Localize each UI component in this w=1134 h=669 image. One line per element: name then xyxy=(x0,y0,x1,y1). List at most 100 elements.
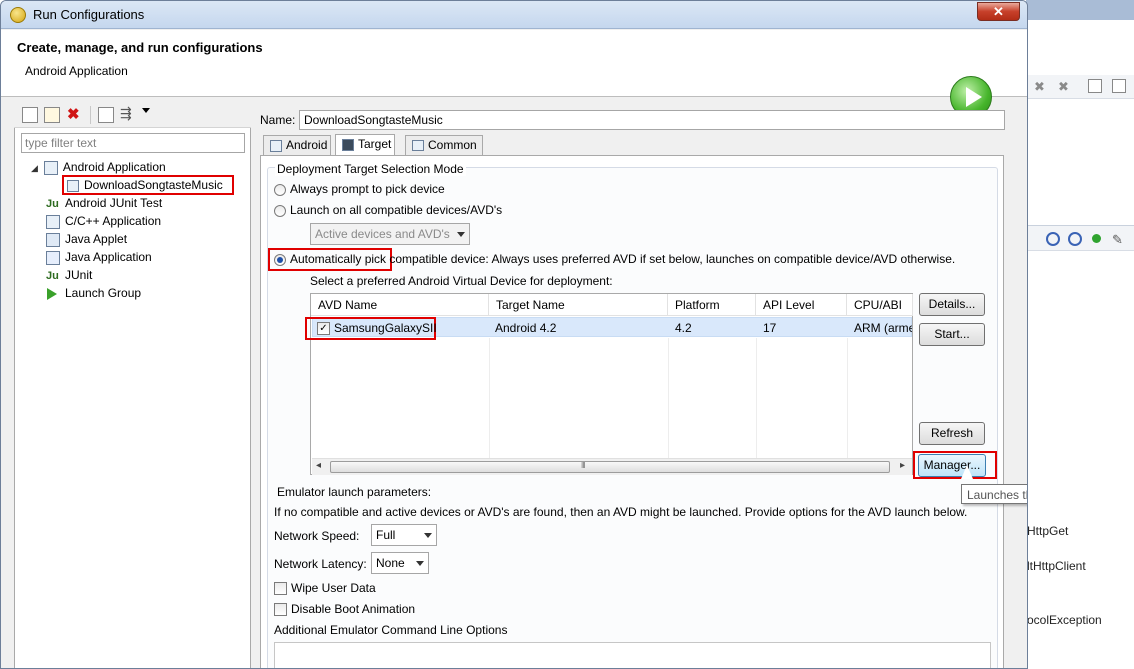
expand-icon[interactable]: ◢ xyxy=(31,163,38,173)
scroll-right-icon[interactable]: ▸ xyxy=(900,460,905,471)
tree-item-downloadsongtastemusic[interactable]: DownloadSongtasteMusic xyxy=(62,175,234,195)
title-bar: Run Configurations ✕ xyxy=(1,1,1027,29)
delete-icon[interactable]: ✖ xyxy=(1034,79,1048,94)
additional-options-field[interactable] xyxy=(274,642,991,668)
duplicate-icon[interactable] xyxy=(44,107,60,123)
android-app-icon xyxy=(43,160,58,175)
tree-item-label: C/C++ Application xyxy=(65,214,162,228)
cell-avd-name[interactable]: ✓ SamsungGalaxySII xyxy=(317,321,437,336)
network-speed-select[interactable]: Full xyxy=(371,524,437,546)
horizontal-scrollbar[interactable]: ◂ III ▸ xyxy=(312,458,912,475)
dropdown-icon[interactable] xyxy=(142,108,150,113)
avd-checkbox[interactable]: ✓ xyxy=(317,322,330,336)
tree-item-java-application[interactable]: Java Application xyxy=(46,248,152,266)
new-icon[interactable] xyxy=(1088,79,1102,93)
export-icon[interactable] xyxy=(1112,79,1126,93)
network-speed-label: Network Speed: xyxy=(274,529,360,543)
tools-icon[interactable]: ✎ xyxy=(1112,232,1126,247)
background-toolbar-2: ✎ xyxy=(1026,225,1134,251)
status-icon[interactable] xyxy=(1092,234,1101,243)
column-header-platform[interactable]: Platform xyxy=(668,294,756,316)
disable-boot-animation-checkbox[interactable]: Disable Boot Animation xyxy=(274,602,415,617)
filter-input[interactable]: type filter text xyxy=(21,133,245,153)
tree-item-launch-group[interactable]: Launch Group xyxy=(46,284,141,302)
tree-item-c-cpp-application[interactable]: C/C++ Application xyxy=(46,212,161,230)
column-header-target-name[interactable]: Target Name xyxy=(489,294,668,316)
bg-code-line: ocolException xyxy=(1027,613,1102,627)
tree-item-java-applet[interactable]: Java Applet xyxy=(46,230,127,248)
column-header-cpu-abi[interactable]: CPU/ABI xyxy=(847,294,913,316)
tree-item-android-application[interactable]: ◢ Android Application xyxy=(31,158,166,176)
column-divider xyxy=(756,338,757,458)
radio-launch-all[interactable]: Launch on all compatible devices/AVD's xyxy=(274,203,502,217)
chevron-down-icon xyxy=(416,561,424,566)
background-toolbar: ✖ ✖ xyxy=(1026,75,1134,99)
start-button[interactable]: Start... xyxy=(919,323,985,346)
select-value: None xyxy=(376,556,405,570)
column-header-avd-name[interactable]: AVD Name xyxy=(311,294,489,316)
delete-icon[interactable]: ✖ xyxy=(67,105,80,123)
left-toolbar: ✖ ⇶ xyxy=(14,102,251,128)
active-devices-select[interactable]: Active devices and AVD's xyxy=(310,223,470,245)
tab-target[interactable]: Target xyxy=(335,134,395,156)
scroll-left-icon[interactable]: ◂ xyxy=(316,460,321,471)
tree-item-label: Android JUnit Test xyxy=(65,196,163,210)
tab-label: Target xyxy=(358,137,392,151)
radio-label: Launch on all compatible devices/AVD's xyxy=(290,203,503,217)
tab-label: Android xyxy=(286,138,328,152)
remove-icon[interactable] xyxy=(1046,232,1060,246)
bg-code-line: HttpGet xyxy=(1027,524,1069,538)
cell-platform: 4.2 xyxy=(675,321,692,335)
radio-always-prompt[interactable]: Always prompt to pick device xyxy=(274,182,445,196)
select-value: Full xyxy=(376,528,396,542)
grip-icon: III xyxy=(581,461,586,470)
select-value: Active devices and AVD's xyxy=(315,227,450,241)
radio-button[interactable] xyxy=(274,253,286,266)
tab-android[interactable]: Android xyxy=(263,135,331,156)
name-field[interactable]: DownloadSongtasteMusic xyxy=(299,110,1005,130)
header-subtitle: Android Application xyxy=(25,64,128,78)
manager-button[interactable]: Manager... xyxy=(918,454,986,477)
details-button[interactable]: Details... xyxy=(919,293,985,316)
avd-prompt-label: Select a preferred Android Virtual Devic… xyxy=(310,274,613,288)
column-header-api-level[interactable]: API Level xyxy=(756,294,847,316)
cell-target-name: Android 4.2 xyxy=(495,321,557,335)
mouse-cursor-icon xyxy=(961,465,973,479)
tree-item-label: Java Applet xyxy=(65,232,128,246)
refresh-button[interactable]: Refresh xyxy=(919,422,985,445)
scroll-thumb[interactable]: III xyxy=(330,461,890,473)
filter-icon[interactable]: ⇶ xyxy=(120,105,132,122)
radio-automatically-pick[interactable]: Automatically pick compatible device: Al… xyxy=(274,252,955,266)
delete-all-icon[interactable]: ✖ xyxy=(1058,79,1072,94)
checkbox[interactable] xyxy=(274,603,287,617)
name-label: Name: xyxy=(260,113,296,127)
android-config-icon xyxy=(67,179,79,192)
tab-common[interactable]: Common xyxy=(405,135,483,156)
window-title: Run Configurations xyxy=(33,7,145,22)
checkbox-label: Wipe User Data xyxy=(291,581,376,595)
junit-icon: Ju xyxy=(46,198,59,210)
launch-group-icon xyxy=(47,287,57,300)
checkbox[interactable] xyxy=(274,582,287,596)
collapse-icon[interactable] xyxy=(98,107,114,123)
tab-label: Common xyxy=(428,138,477,152)
tree-item-junit[interactable]: Ju JUnit xyxy=(46,266,92,284)
radio-label: Automatically pick xyxy=(290,252,387,266)
radio-button[interactable] xyxy=(274,204,286,217)
new-config-icon[interactable] xyxy=(22,107,38,123)
skip-icon[interactable] xyxy=(1068,232,1082,246)
cell-cpu-abi: ARM (armeabi-v7a) xyxy=(854,321,912,335)
tooltip: Launches the AVD manager. xyxy=(961,484,1027,504)
chevron-down-icon xyxy=(457,232,465,237)
target-tab-icon xyxy=(342,138,354,151)
network-latency-select[interactable]: None xyxy=(371,552,429,574)
close-button[interactable]: ✕ xyxy=(977,2,1020,21)
column-divider xyxy=(668,338,669,458)
radio-button[interactable] xyxy=(274,183,286,196)
junit-icon: Ju xyxy=(46,270,59,282)
tree-item-label: Java Application xyxy=(65,250,152,264)
column-divider xyxy=(847,338,848,458)
wipe-user-data-checkbox[interactable]: Wipe User Data xyxy=(274,581,376,596)
column-divider xyxy=(489,338,490,458)
tree-item-android-junit-test[interactable]: Ju Android JUnit Test xyxy=(46,194,162,212)
